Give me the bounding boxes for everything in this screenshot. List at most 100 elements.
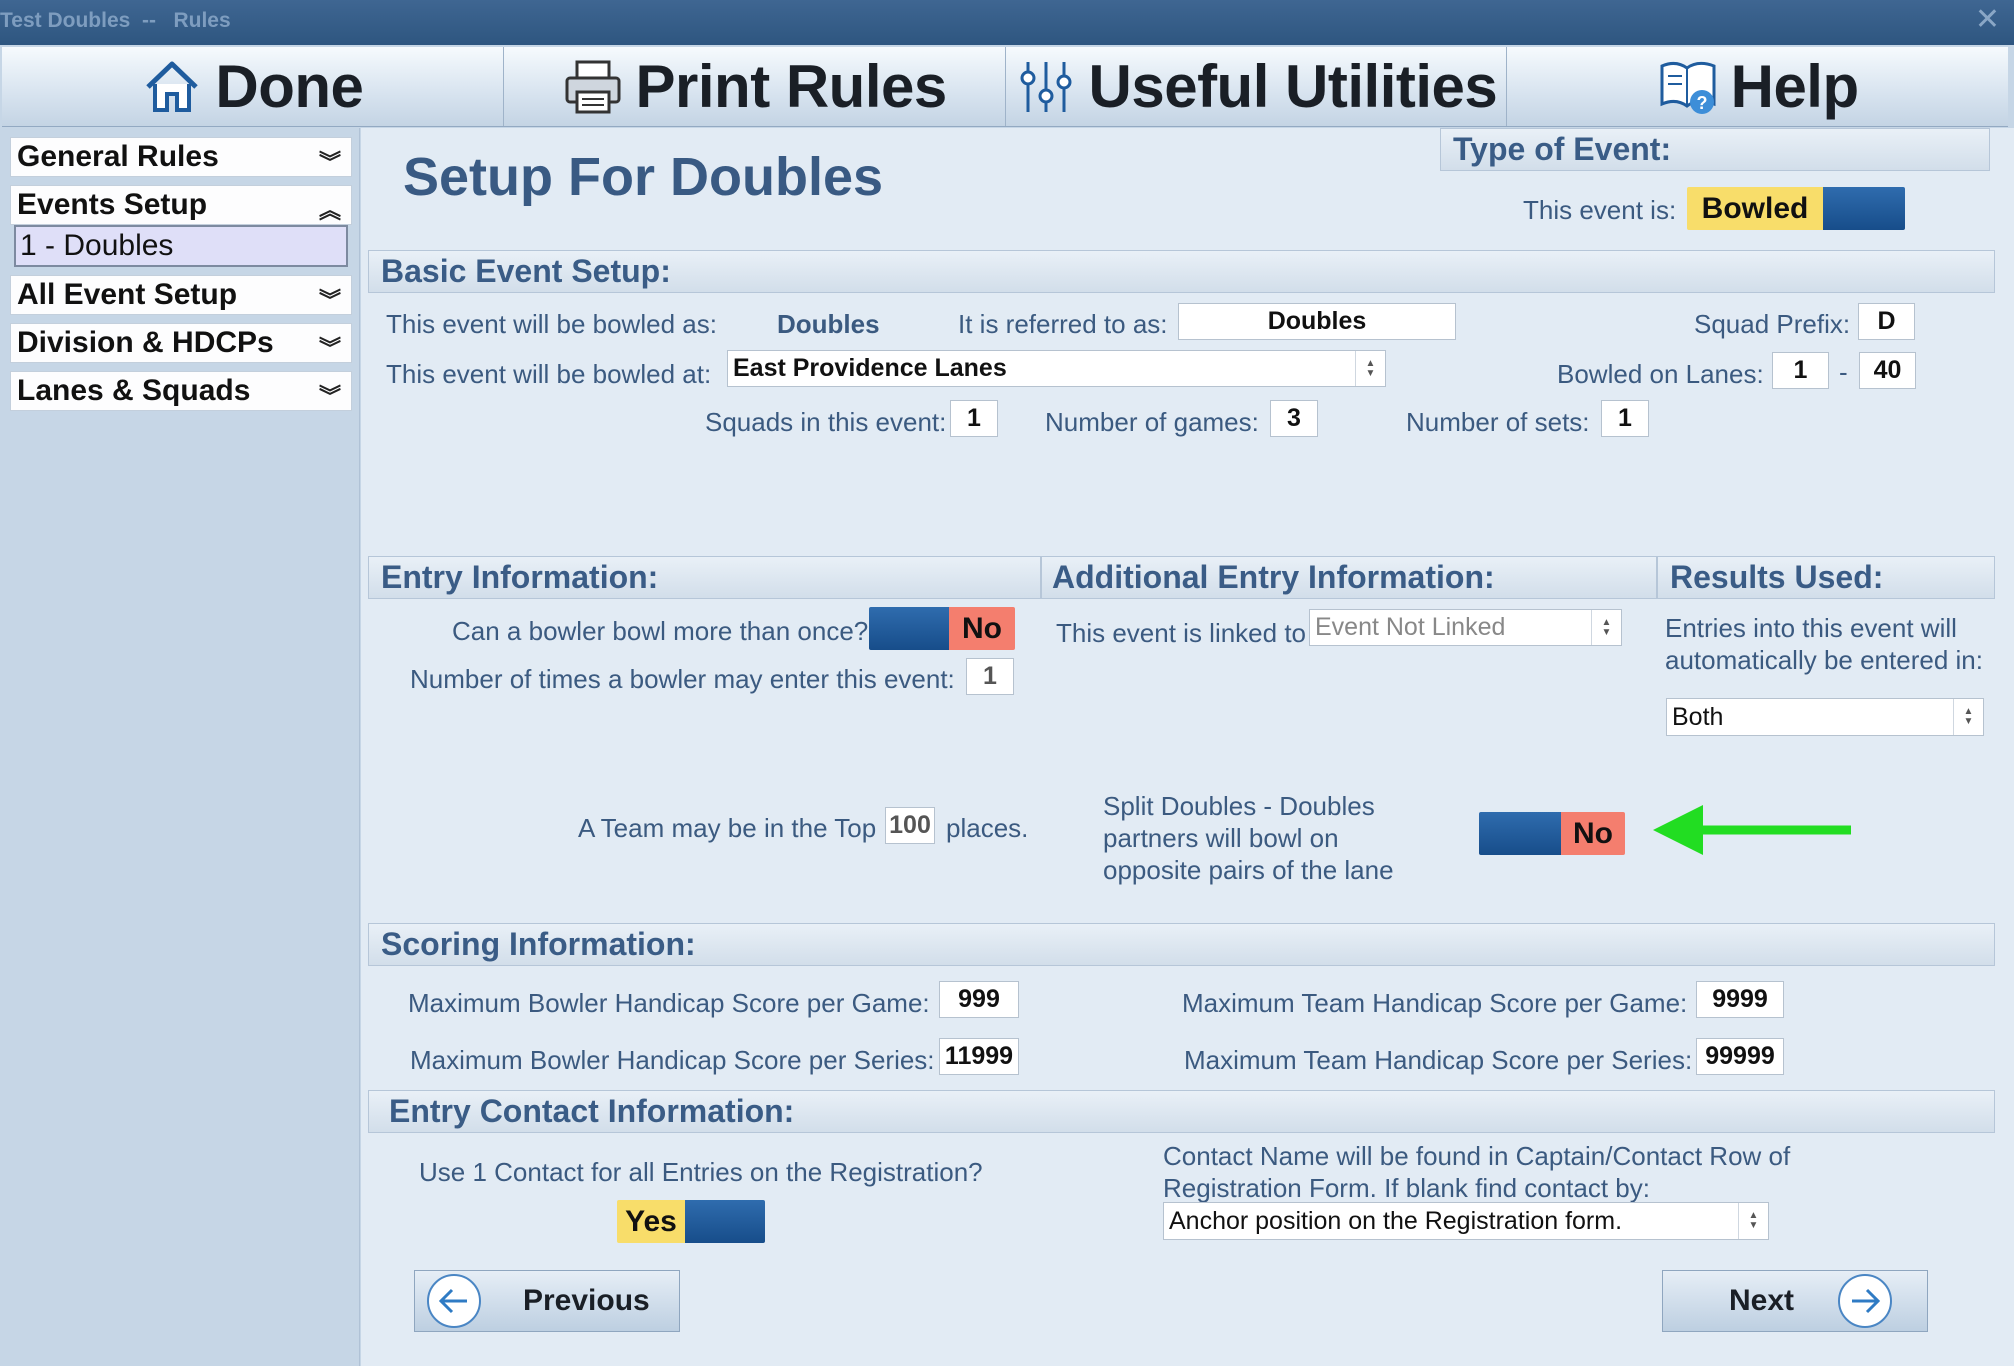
linked-to-label: This event is linked to [1056, 618, 1307, 648]
games-label: Number of games: [1045, 407, 1259, 437]
help-label: Help [1730, 53, 1860, 120]
type-of-event-heading: Type of Event: [1440, 128, 1990, 171]
bowler-series-input[interactable]: 11999 [939, 1038, 1019, 1075]
sidebar-item-label: Lanes & Squads [17, 374, 251, 407]
contact-by-select[interactable]: Anchor position on the Registration form… [1163, 1202, 1769, 1240]
entry-information-heading: Entry Information: [368, 556, 1041, 599]
referred-to-input[interactable]: Doubles [1178, 303, 1456, 340]
toggle-knob [869, 607, 949, 650]
sidebar-item-events-setup[interactable]: Events Setup ︽ [10, 185, 352, 225]
sets-input[interactable]: 1 [1601, 400, 1649, 437]
squads-label: Squads in this event: [705, 407, 947, 437]
squads-input[interactable]: 1 [950, 400, 998, 437]
lane-from-input[interactable]: 1 [1772, 352, 1829, 389]
toggle-knob [685, 1200, 765, 1243]
next-button[interactable]: Next [1662, 1270, 1928, 1332]
event-type-toggle[interactable]: Bowled [1687, 187, 1905, 230]
main-panel: Setup For Doubles Type of Event: This ev… [361, 128, 2014, 1366]
annotation-arrow-icon [1653, 805, 1851, 855]
done-button[interactable]: Done [2, 47, 504, 126]
one-contact-value: Yes [617, 1200, 685, 1243]
contact-by-value: Anchor position on the Registration form… [1169, 1206, 1623, 1235]
bowled-as-value: Doubles [777, 309, 880, 339]
sidebar-item-label: Division & HDCPs [17, 326, 274, 359]
select-arrows-icon: ▲ ▼ [1591, 610, 1621, 645]
bowler-series-label: Maximum Bowler Handicap Score per Series… [410, 1045, 935, 1075]
team-series-input[interactable]: 99999 [1696, 1038, 1784, 1075]
bowled-as-label: This event will be bowled as: [386, 309, 717, 339]
one-contact-toggle[interactable]: Yes [617, 1200, 765, 1243]
svg-text:?: ? [1696, 93, 1707, 113]
sidebar-item-lanes-squads[interactable]: Lanes & Squads ︾ [10, 371, 352, 411]
bowler-game-label: Maximum Bowler Handicap Score per Game: [408, 988, 930, 1018]
times-may-enter-label: Number of times a bowler may enter this … [410, 664, 955, 694]
results-used-select[interactable]: Both ▲ ▼ [1666, 698, 1984, 736]
arrow-left-icon [427, 1274, 481, 1328]
team-game-label: Maximum Team Handicap Score per Game: [1182, 988, 1688, 1018]
chevron-down-icon: ︾ [318, 288, 341, 313]
sets-label: Number of sets: [1406, 407, 1590, 437]
sidebar-item-division-hdcps[interactable]: Division & HDCPs ︾ [10, 323, 352, 363]
sidebar-subitem-doubles[interactable]: 1 - Doubles [14, 225, 348, 267]
window-titlebar: Test Doubles -- Rules ✕ [0, 0, 2014, 45]
lane-to-input[interactable]: 40 [1859, 352, 1916, 389]
previous-button[interactable]: Previous [414, 1270, 680, 1332]
toolbar: Done Print Rules Useful Utilities ? Help [2, 47, 2008, 127]
results-used-value: Both [1672, 702, 1724, 731]
results-used-text: Entries into this event will automatical… [1665, 613, 1983, 675]
contact-note: Contact Name will be found in Captain/Co… [1163, 1141, 1791, 1203]
split-doubles-toggle[interactable]: No [1479, 812, 1625, 855]
select-arrows-icon: ▲ ▼ [1953, 699, 1983, 735]
additional-entry-heading: Additional Entry Information: [1041, 556, 1657, 599]
games-input[interactable]: 3 [1270, 400, 1318, 437]
toggle-knob [1823, 187, 1905, 230]
useful-utilities-button[interactable]: Useful Utilities [1006, 47, 1508, 126]
close-icon[interactable]: ✕ [1975, 5, 2000, 35]
bowled-on-lanes-label: Bowled on Lanes: [1557, 359, 1764, 389]
page-title: Setup For Doubles [403, 147, 884, 207]
bowl-more-than-once-label: Can a bowler bowl more than once? [452, 616, 869, 646]
bowl-more-than-once-toggle[interactable]: No [869, 607, 1015, 650]
printer-icon [562, 56, 624, 118]
sliders-icon [1015, 56, 1077, 118]
top-places-suffix: places. [946, 813, 1029, 843]
team-game-input[interactable]: 9999 [1696, 981, 1784, 1018]
bowled-at-value: East Providence Lanes [733, 354, 1007, 382]
event-type-value: Bowled [1687, 187, 1823, 230]
top-places-input[interactable]: 100 [885, 807, 935, 844]
sidebar-item-all-event-setup[interactable]: All Event Setup ︾ [10, 275, 352, 315]
sidebar-item-general-rules[interactable]: General Rules ︾ [10, 137, 352, 177]
times-may-enter-input[interactable]: 1 [966, 658, 1014, 695]
done-label: Done [215, 53, 364, 120]
chevron-down-icon: ︾ [318, 384, 341, 409]
toggle-knob [1479, 812, 1561, 855]
print-rules-label: Print Rules [635, 53, 948, 120]
linked-event-select[interactable]: Event Not Linked ▲ ▼ [1309, 609, 1622, 646]
home-icon [141, 56, 203, 118]
useful-utilities-label: Useful Utilities [1088, 53, 1498, 120]
arrow-right-icon [1838, 1274, 1893, 1328]
bowler-game-input[interactable]: 999 [939, 981, 1019, 1018]
help-button[interactable]: ? Help [1507, 47, 2008, 126]
squad-prefix-input[interactable]: D [1858, 303, 1915, 340]
linked-event-value: Event Not Linked [1315, 613, 1506, 641]
sidebar-item-label: All Event Setup [17, 278, 238, 311]
results-used-heading: Results Used: [1657, 556, 1995, 599]
select-arrows-icon: ▲ ▼ [1355, 351, 1385, 386]
top-places-prefix: A Team may be in the Top [578, 813, 877, 843]
referred-to-label: It is referred to as: [958, 309, 1168, 339]
squad-prefix-label: Squad Prefix: [1694, 309, 1851, 339]
bowl-more-than-once-value: No [949, 607, 1015, 650]
scoring-information-heading: Scoring Information: [368, 923, 1995, 966]
chevron-down-icon: ︾ [318, 336, 341, 361]
split-doubles-value: No [1561, 812, 1625, 855]
lane-range-dash: - [1839, 357, 1848, 387]
window-title: Test Doubles -- Rules [0, 9, 231, 32]
basic-event-setup-heading: Basic Event Setup: [368, 250, 1995, 293]
previous-label: Previous [523, 1284, 650, 1317]
bowled-at-select[interactable]: East Providence Lanes ▲ ▼ [727, 350, 1386, 387]
print-rules-button[interactable]: Print Rules [504, 47, 1006, 126]
chevron-down-icon: ︾ [318, 150, 341, 175]
sidebar: General Rules ︾ Events Setup ︽ 1 - Doubl… [0, 128, 360, 1366]
next-label: Next [1729, 1284, 1795, 1317]
